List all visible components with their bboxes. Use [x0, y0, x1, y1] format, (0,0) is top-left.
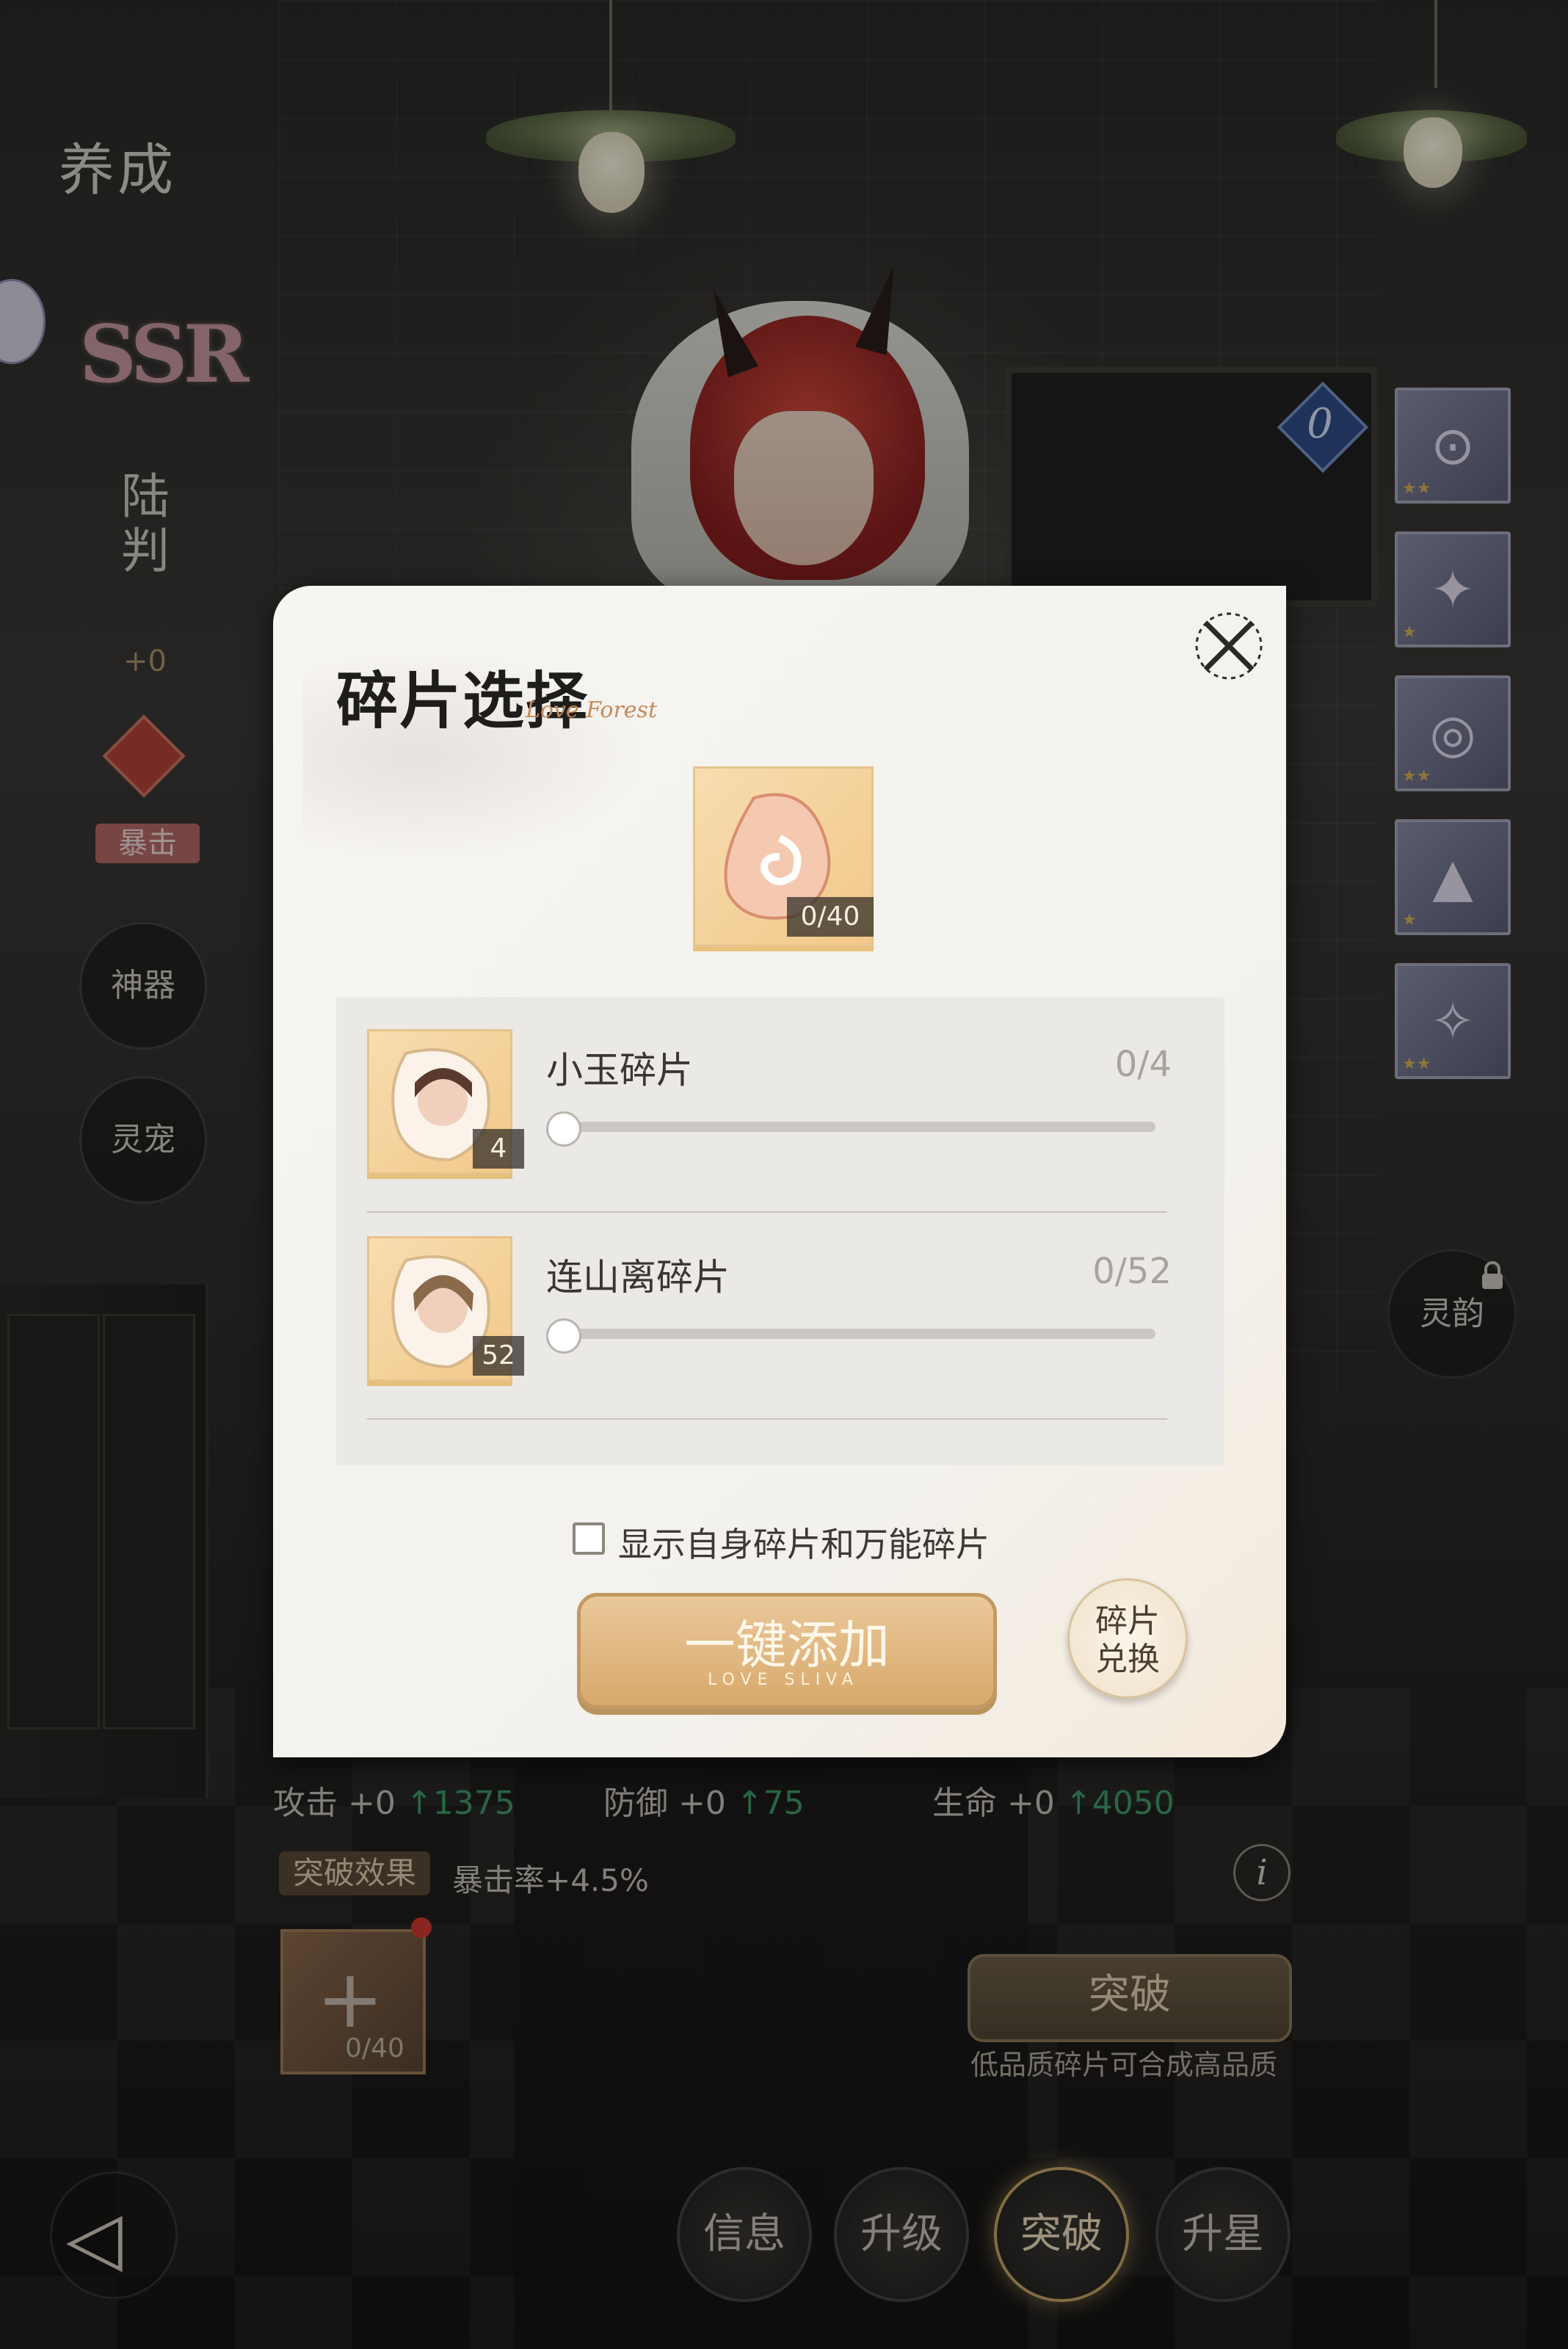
- exchange-label-line2: 兑换: [1095, 1641, 1160, 1678]
- row-divider: [367, 1418, 1167, 1420]
- fragment-row: 4 小玉碎片 0/4: [336, 997, 1224, 1204]
- fragment-slider-track[interactable]: [552, 1329, 1155, 1339]
- show-own-label[interactable]: 显示自身碎片和万能碎片: [618, 1518, 990, 1566]
- fragment-row: 52 连山离碎片 0/52: [336, 1204, 1224, 1411]
- fragment-select-dialog: 碎片选择 Love Forest 0/40 4 小玉碎片 0/4 52 连山离碎…: [273, 586, 1286, 1757]
- fragment-owned-count: 4: [473, 1129, 524, 1169]
- fragment-slider-track[interactable]: [552, 1122, 1155, 1132]
- fragment-owned-count: 52: [473, 1336, 524, 1376]
- fragment-selected-count: 0/52: [1092, 1251, 1172, 1292]
- modal-title-signature: Love Forest: [526, 697, 658, 723]
- show-own-checkbox[interactable]: [573, 1522, 605, 1555]
- main-fragment-count: 0/40: [787, 897, 874, 937]
- fragment-exchange-button[interactable]: 碎片 兑换: [1067, 1578, 1188, 1699]
- fragment-name: 连山离碎片: [546, 1256, 730, 1299]
- fragment-list: 4 小玉碎片 0/4 52 连山离碎片 0/52: [336, 997, 1224, 1465]
- fragment-name: 小玉碎片: [546, 1049, 693, 1092]
- one-click-add-button[interactable]: 一键添加: [577, 1593, 997, 1709]
- fragment-selected-count: 0/4: [1114, 1044, 1172, 1085]
- one-click-add-subtitle: LOVE SLIVA: [708, 1671, 859, 1689]
- close-icon[interactable]: [1189, 606, 1268, 686]
- exchange-label-line1: 碎片: [1095, 1602, 1160, 1640]
- fragment-slider-handle[interactable]: [546, 1111, 581, 1147]
- modal-title: 碎片选择: [336, 664, 589, 737]
- fragment-slider-handle[interactable]: [546, 1318, 581, 1354]
